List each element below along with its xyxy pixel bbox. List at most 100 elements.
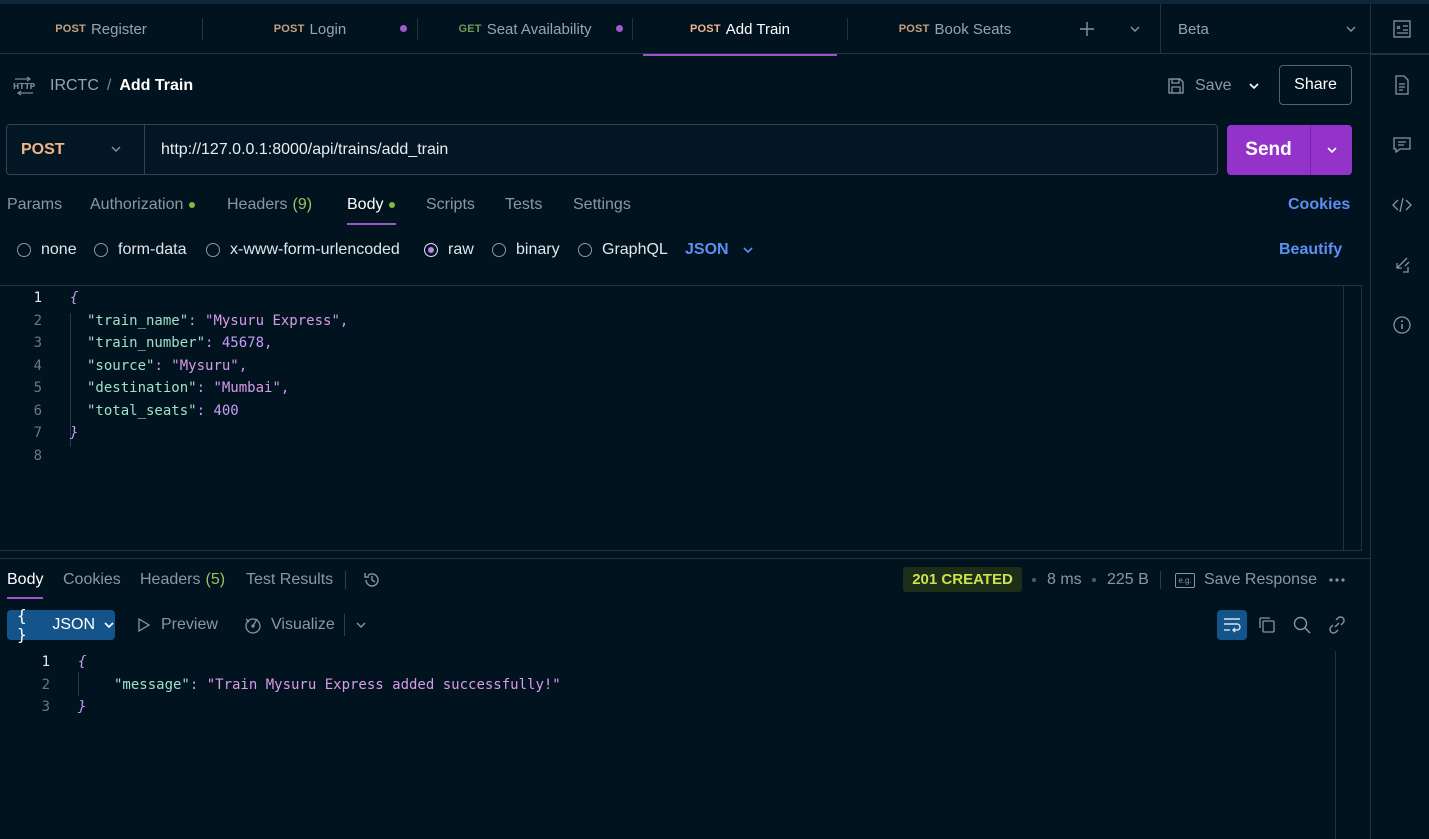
json-comma: , bbox=[339, 313, 349, 329]
tab-authorization-label: Authorization bbox=[90, 196, 184, 213]
breadcrumb-collection[interactable]: IRCTC bbox=[50, 77, 99, 95]
status-badge[interactable]: 201 CREATED bbox=[903, 567, 1022, 592]
copy-icon[interactable] bbox=[1256, 614, 1278, 636]
url-input[interactable]: http://127.0.0.1:8000/api/trains/add_tra… bbox=[161, 125, 448, 174]
response-size[interactable]: 225 B bbox=[1107, 569, 1149, 591]
response-tab-body[interactable]: Body bbox=[7, 569, 43, 591]
environment-quicklook-icon[interactable] bbox=[1391, 18, 1413, 40]
tab-headers-label: Headers bbox=[227, 196, 288, 213]
tabs-dropdown-chevron-icon[interactable] bbox=[1124, 4, 1146, 54]
visualize-label: Visualize bbox=[271, 616, 335, 633]
cookies-link[interactable]: Cookies bbox=[1288, 196, 1350, 214]
json-value: "Mumbai" bbox=[213, 380, 281, 396]
json-key: "destination" bbox=[87, 380, 197, 396]
visualize-options-chevron-icon[interactable] bbox=[352, 616, 370, 634]
save-options-chevron-icon[interactable] bbox=[1244, 76, 1264, 96]
documentation-icon[interactable] bbox=[1391, 74, 1413, 96]
body-type-label: form-data bbox=[118, 241, 187, 258]
line-number: 3 bbox=[33, 335, 42, 351]
tab-label: Login bbox=[309, 20, 347, 38]
indent-guide bbox=[78, 672, 79, 696]
response-tab-headers[interactable]: Headers (5) bbox=[140, 569, 225, 591]
active-tab-indicator bbox=[643, 54, 837, 56]
method-selector[interactable]: POST bbox=[7, 125, 145, 174]
json-colon: : bbox=[188, 313, 206, 329]
preview-button[interactable]: Preview bbox=[137, 612, 218, 638]
save-response-button[interactable]: e.g. Save Response bbox=[1175, 569, 1317, 591]
response-tab-test-results[interactable]: Test Results bbox=[246, 569, 333, 591]
tab-body[interactable]: Body bbox=[347, 193, 396, 217]
save-label: Save bbox=[1195, 77, 1232, 94]
code-snippet-icon[interactable] bbox=[1391, 194, 1413, 216]
play-icon bbox=[137, 617, 151, 633]
response-time[interactable]: 8 ms bbox=[1047, 569, 1082, 591]
json-key: "source" bbox=[87, 358, 155, 374]
wrap-lines-icon[interactable] bbox=[1217, 610, 1247, 640]
tab-method: POST bbox=[55, 23, 86, 35]
related-collections-icon[interactable] bbox=[1391, 254, 1413, 276]
save-button[interactable]: Save bbox=[1167, 74, 1231, 98]
tab-method: POST bbox=[273, 23, 305, 35]
history-icon[interactable] bbox=[361, 569, 383, 591]
body-type-form-data[interactable]: form-data bbox=[94, 240, 186, 260]
tab-scripts[interactable]: Scripts bbox=[426, 193, 475, 217]
chevron-down-icon bbox=[1344, 22, 1358, 36]
environment-selector[interactable]: Beta bbox=[1178, 4, 1358, 54]
tab-body-label: Body bbox=[347, 196, 384, 213]
response-scrollbar[interactable] bbox=[1335, 651, 1352, 839]
send-button[interactable]: Send bbox=[1227, 125, 1311, 175]
tab-authorization[interactable]: Authorization bbox=[90, 193, 196, 217]
json-colon: : bbox=[196, 403, 214, 419]
line-number: 2 bbox=[33, 313, 42, 329]
tab-label: Book Seats bbox=[934, 20, 1012, 38]
tab-book-seats[interactable]: POST Book Seats bbox=[848, 4, 1062, 54]
tab-tests[interactable]: Tests bbox=[505, 193, 542, 217]
status-dot bbox=[389, 202, 396, 208]
body-type-label: raw bbox=[448, 241, 474, 258]
response-format-selector[interactable]: { } JSON bbox=[7, 606, 115, 644]
request-body-editor[interactable]: 1 2 3 4 5 6 7 8 { "train_name": "Mysuru … bbox=[0, 285, 1362, 551]
search-icon[interactable] bbox=[1291, 614, 1313, 636]
response-tab-cookies[interactable]: Cookies bbox=[63, 569, 121, 591]
tab-headers[interactable]: Headers (9) bbox=[227, 193, 312, 217]
share-button[interactable]: Share bbox=[1279, 65, 1352, 105]
visualize-button[interactable]: Visualize bbox=[243, 612, 335, 638]
more-options-icon[interactable] bbox=[1327, 570, 1347, 590]
pane-resize-handle[interactable] bbox=[0, 558, 1370, 559]
tab-register[interactable]: POST Register bbox=[0, 4, 202, 54]
beautify-button[interactable]: Beautify bbox=[1279, 241, 1342, 259]
body-type-binary[interactable]: binary bbox=[492, 240, 560, 260]
tab-settings[interactable]: Settings bbox=[573, 193, 631, 217]
tab-seat-availability[interactable]: GET Seat Availability bbox=[418, 4, 632, 54]
line-number: 3 bbox=[41, 699, 50, 715]
json-colon: : bbox=[189, 677, 207, 693]
divider bbox=[344, 614, 345, 636]
page-title[interactable]: Add Train bbox=[119, 77, 193, 95]
raw-format-label: JSON bbox=[685, 241, 729, 258]
tab-add-train[interactable]: POST Add Train bbox=[643, 4, 837, 54]
tab-label: Register bbox=[90, 20, 147, 38]
json-key: "train_number" bbox=[87, 335, 206, 351]
tab-params[interactable]: Params bbox=[7, 193, 62, 217]
json-line: "source": "Mysuru", bbox=[87, 358, 247, 374]
editor-scrollbar[interactable] bbox=[1343, 286, 1344, 550]
comments-icon[interactable] bbox=[1391, 134, 1413, 156]
tab-login[interactable]: POST Login bbox=[203, 4, 417, 54]
link-icon[interactable] bbox=[1326, 614, 1348, 636]
response-body-viewer[interactable]: 1 2 3 { "message": "Train Mysuru Express… bbox=[0, 650, 1335, 839]
json-close-brace: } bbox=[78, 699, 87, 715]
body-type-none[interactable]: none bbox=[17, 240, 77, 260]
json-value: "Train Mysuru Express added successfully… bbox=[206, 677, 561, 693]
json-key: "message" bbox=[114, 677, 190, 693]
headers-count: (9) bbox=[292, 196, 313, 213]
radio-selected-icon bbox=[424, 243, 438, 257]
json-line: "destination": "Mumbai", bbox=[87, 380, 289, 396]
send-options-chevron-icon[interactable] bbox=[1311, 125, 1352, 175]
body-type-urlencoded[interactable]: x-www-form-urlencoded bbox=[206, 240, 400, 260]
new-tab-plus-icon[interactable] bbox=[1074, 4, 1100, 54]
body-type-graphql[interactable]: GraphQL bbox=[578, 240, 668, 260]
line-number: 7 bbox=[33, 425, 42, 441]
info-icon[interactable] bbox=[1391, 314, 1413, 336]
raw-format-selector[interactable]: JSON bbox=[685, 240, 755, 260]
body-type-raw[interactable]: raw bbox=[424, 240, 474, 260]
